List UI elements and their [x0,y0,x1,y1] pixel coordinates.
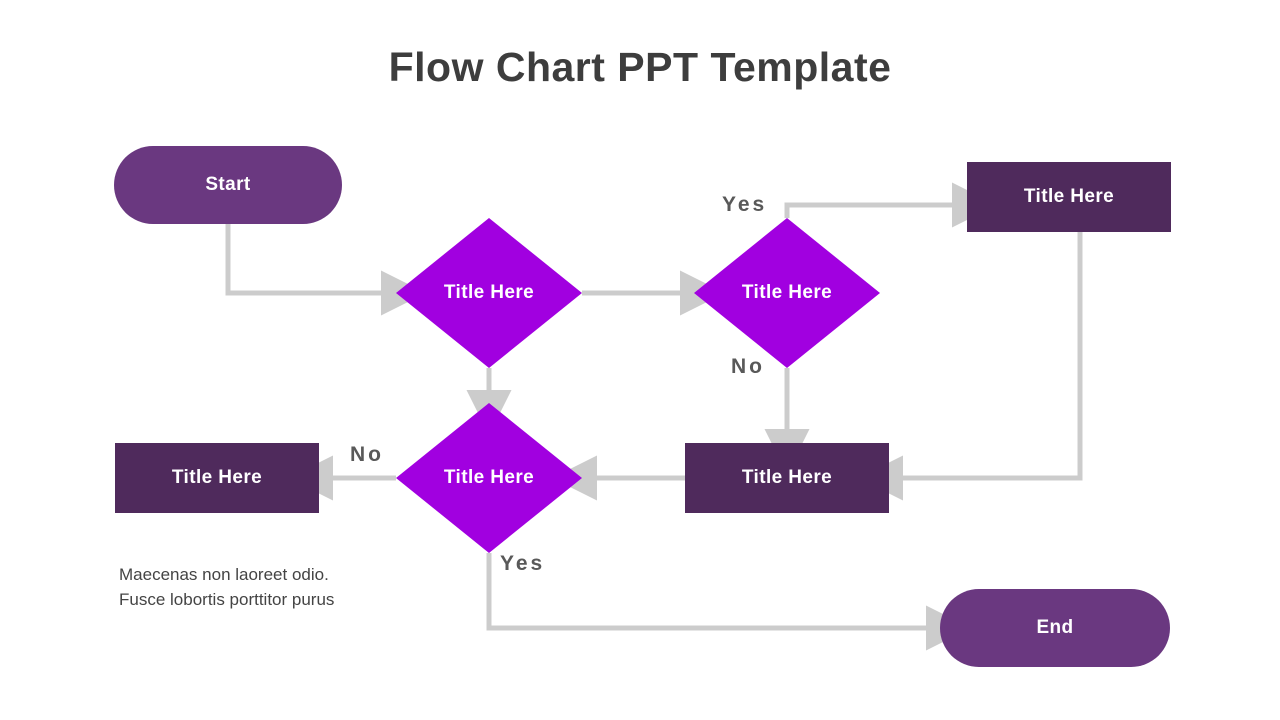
decision1-shape [396,218,582,368]
branch-label-decision2-yes: Yes [722,193,768,216]
caption-text: Maecenas non laoreet odio. Fusce loborti… [119,565,335,609]
node-process-bottomleft[interactable]: Title Here [115,443,319,513]
slide-canvas: Flow Chart PPT Template Start Title Here… [0,0,1280,720]
edge-start-to-decision1 [225,224,426,316]
node-process-topright[interactable]: Title Here [967,162,1171,232]
node-decision1[interactable]: Title Here [396,218,582,368]
node-decision2[interactable]: Title Here [694,218,880,368]
node-end[interactable]: End [940,589,1170,667]
node-process-bottomcenter[interactable]: Title Here [685,443,889,513]
node-start-label: Start [205,174,251,195]
node-decision3[interactable]: Title Here [396,403,582,553]
branch-label-decision3-no: No [350,443,384,466]
decision3-shape [396,403,582,553]
branch-label-decision2-no: No [731,355,765,378]
edge-decision3-yes-to-end [486,553,971,651]
page-title: Flow Chart PPT Template [388,44,892,90]
branch-label-decision3-yes: Yes [500,552,546,575]
node-process-bottomleft-label: Title Here [171,467,263,488]
node-end-label: End [1036,617,1074,638]
edge-decision2-yes-to-process-topright [784,182,997,228]
node-start[interactable]: Start [114,146,342,224]
node-process-topright-label: Title Here [1023,186,1115,207]
edge-process-topright-to-process-bottomcenter [858,232,1083,501]
decision2-shape [694,218,880,368]
node-process-bottomcenter-label: Title Here [741,467,833,488]
